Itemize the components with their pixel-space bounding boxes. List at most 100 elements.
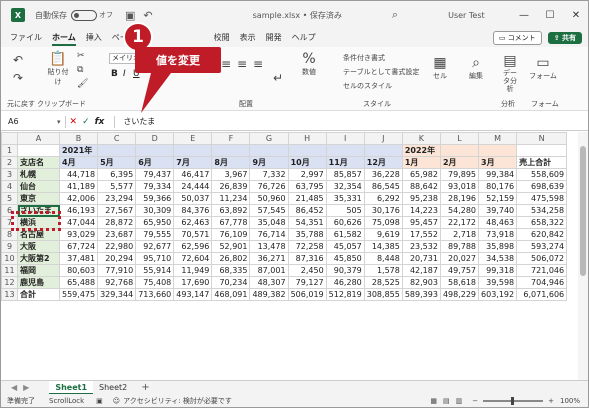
tab-home[interactable]: ホーム: [47, 29, 81, 47]
search-icon[interactable]: ⌕: [392, 8, 398, 22]
cell[interactable]: 58,618: [439, 276, 480, 289]
cell[interactable]: 67,778: [211, 216, 251, 229]
row-header[interactable]: 4: [1, 180, 18, 193]
cell[interactable]: 12月: [363, 156, 403, 169]
cell[interactable]: 35,048: [249, 216, 289, 229]
redo-ribbon-icon[interactable]: ↷: [13, 71, 23, 85]
cut-icon[interactable]: ✂: [77, 51, 85, 61]
cell[interactable]: 14,385: [363, 240, 403, 253]
sheet-tab-sheet2[interactable]: Sheet2: [93, 381, 133, 395]
cell[interactable]: 8,448: [363, 252, 403, 265]
cell[interactable]: 475,598: [516, 192, 568, 205]
column-header[interactable]: G: [249, 132, 289, 145]
edit-button[interactable]: ⌕ 編集: [465, 55, 487, 81]
enter-entry-button[interactable]: ✓: [82, 117, 90, 127]
cell[interactable]: 80,603: [58, 264, 99, 277]
cell[interactable]: 76,109: [211, 228, 251, 241]
column-header[interactable]: A: [17, 132, 60, 145]
cell[interactable]: 39,598: [478, 276, 518, 289]
cell[interactable]: 84,376: [173, 204, 213, 217]
cell[interactable]: 48,463: [478, 216, 518, 229]
cell[interactable]: 62,596: [173, 240, 213, 253]
cell[interactable]: 42,187: [401, 264, 441, 277]
cell[interactable]: 59,366: [135, 192, 175, 205]
cell[interactable]: 28,872: [97, 216, 137, 229]
cell[interactable]: 88,642: [401, 180, 441, 193]
cell[interactable]: 76,714: [249, 228, 289, 241]
cell[interactable]: 26,802: [211, 252, 251, 265]
cell[interactable]: 79,895: [439, 168, 480, 181]
cell[interactable]: 45,850: [325, 252, 365, 265]
tab-help[interactable]: ヘルプ: [287, 29, 321, 47]
cell[interactable]: 534,258: [516, 204, 568, 217]
align-right-icon[interactable]: ≡: [253, 57, 263, 71]
cancel-entry-button[interactable]: ✕: [70, 117, 78, 127]
cell[interactable]: [439, 144, 480, 157]
column-header[interactable]: L: [439, 132, 480, 145]
tab-review[interactable]: 校閲: [209, 29, 235, 47]
cell[interactable]: 5月: [97, 156, 137, 169]
align-center-icon[interactable]: ≡: [237, 57, 247, 71]
cell[interactable]: [173, 144, 213, 157]
cell[interactable]: 47,044: [58, 216, 99, 229]
cell[interactable]: 20,294: [97, 252, 137, 265]
column-header[interactable]: J: [363, 132, 403, 145]
cell[interactable]: 87,001: [249, 264, 289, 277]
cell[interactable]: 72,258: [287, 240, 327, 253]
cell[interactable]: 2021年: [58, 144, 99, 157]
cell[interactable]: 22,172: [439, 216, 480, 229]
cell[interactable]: 支店名: [17, 156, 60, 169]
copy-icon[interactable]: ⧉: [77, 65, 83, 75]
cell[interactable]: 札幌: [17, 168, 60, 181]
cell[interactable]: 49,757: [439, 264, 480, 277]
cell[interactable]: 39,740: [478, 204, 518, 217]
tab-view[interactable]: 表示: [235, 29, 261, 47]
zoom-slider-thumb[interactable]: [511, 397, 515, 405]
zoom-out-icon[interactable]: −: [472, 397, 478, 405]
cell[interactable]: 79,334: [135, 180, 175, 193]
add-sheet-button[interactable]: +: [141, 382, 149, 393]
cell[interactable]: 48,307: [249, 276, 289, 289]
cell[interactable]: 9月: [249, 156, 289, 169]
cell[interactable]: 99,318: [478, 264, 518, 277]
cell[interactable]: 44,718: [58, 168, 99, 181]
cell[interactable]: 46,193: [58, 204, 99, 217]
cell[interactable]: 2,997: [287, 168, 327, 181]
cell[interactable]: 489,382: [249, 288, 289, 301]
cell[interactable]: 福岡: [17, 264, 60, 277]
cell[interactable]: 52,159: [478, 192, 518, 205]
select-all-corner[interactable]: [1, 132, 18, 145]
row-header[interactable]: 2: [1, 156, 18, 169]
tab-file[interactable]: ファイル: [5, 29, 47, 47]
cell[interactable]: 東京: [17, 192, 60, 205]
column-header[interactable]: I: [325, 132, 365, 145]
cell[interactable]: 30,309: [135, 204, 175, 217]
cell[interactable]: 36,271: [249, 252, 289, 265]
cell[interactable]: 506,019: [287, 288, 327, 301]
cell[interactable]: 65,982: [401, 168, 441, 181]
row-header[interactable]: 3: [1, 168, 18, 181]
name-box[interactable]: A6: [5, 115, 57, 129]
tab-developer[interactable]: 開発: [261, 29, 287, 47]
cell[interactable]: 89,788: [439, 240, 480, 253]
row-header[interactable]: 5: [1, 192, 18, 205]
cell[interactable]: 37,481: [58, 252, 99, 265]
cell[interactable]: 65,488: [58, 276, 99, 289]
cell[interactable]: 11,949: [173, 264, 213, 277]
cell[interactable]: 603,192: [478, 288, 518, 301]
cell[interactable]: 68,335: [211, 264, 251, 277]
form-button[interactable]: ▭ フォーム: [529, 55, 557, 81]
italic-button[interactable]: I: [123, 69, 126, 79]
cell[interactable]: [363, 144, 403, 157]
cell[interactable]: 54,280: [439, 204, 480, 217]
bold-button[interactable]: B: [111, 69, 118, 79]
cell[interactable]: 売上合計: [516, 156, 568, 169]
cell[interactable]: 23,532: [401, 240, 441, 253]
cell[interactable]: 46,280: [325, 276, 365, 289]
cell[interactable]: 468,091: [211, 288, 251, 301]
cell[interactable]: 35,331: [325, 192, 365, 205]
column-header[interactable]: D: [135, 132, 175, 145]
cell[interactable]: 558,609: [516, 168, 568, 181]
column-header[interactable]: N: [516, 132, 568, 145]
row-header[interactable]: 9: [1, 240, 18, 253]
